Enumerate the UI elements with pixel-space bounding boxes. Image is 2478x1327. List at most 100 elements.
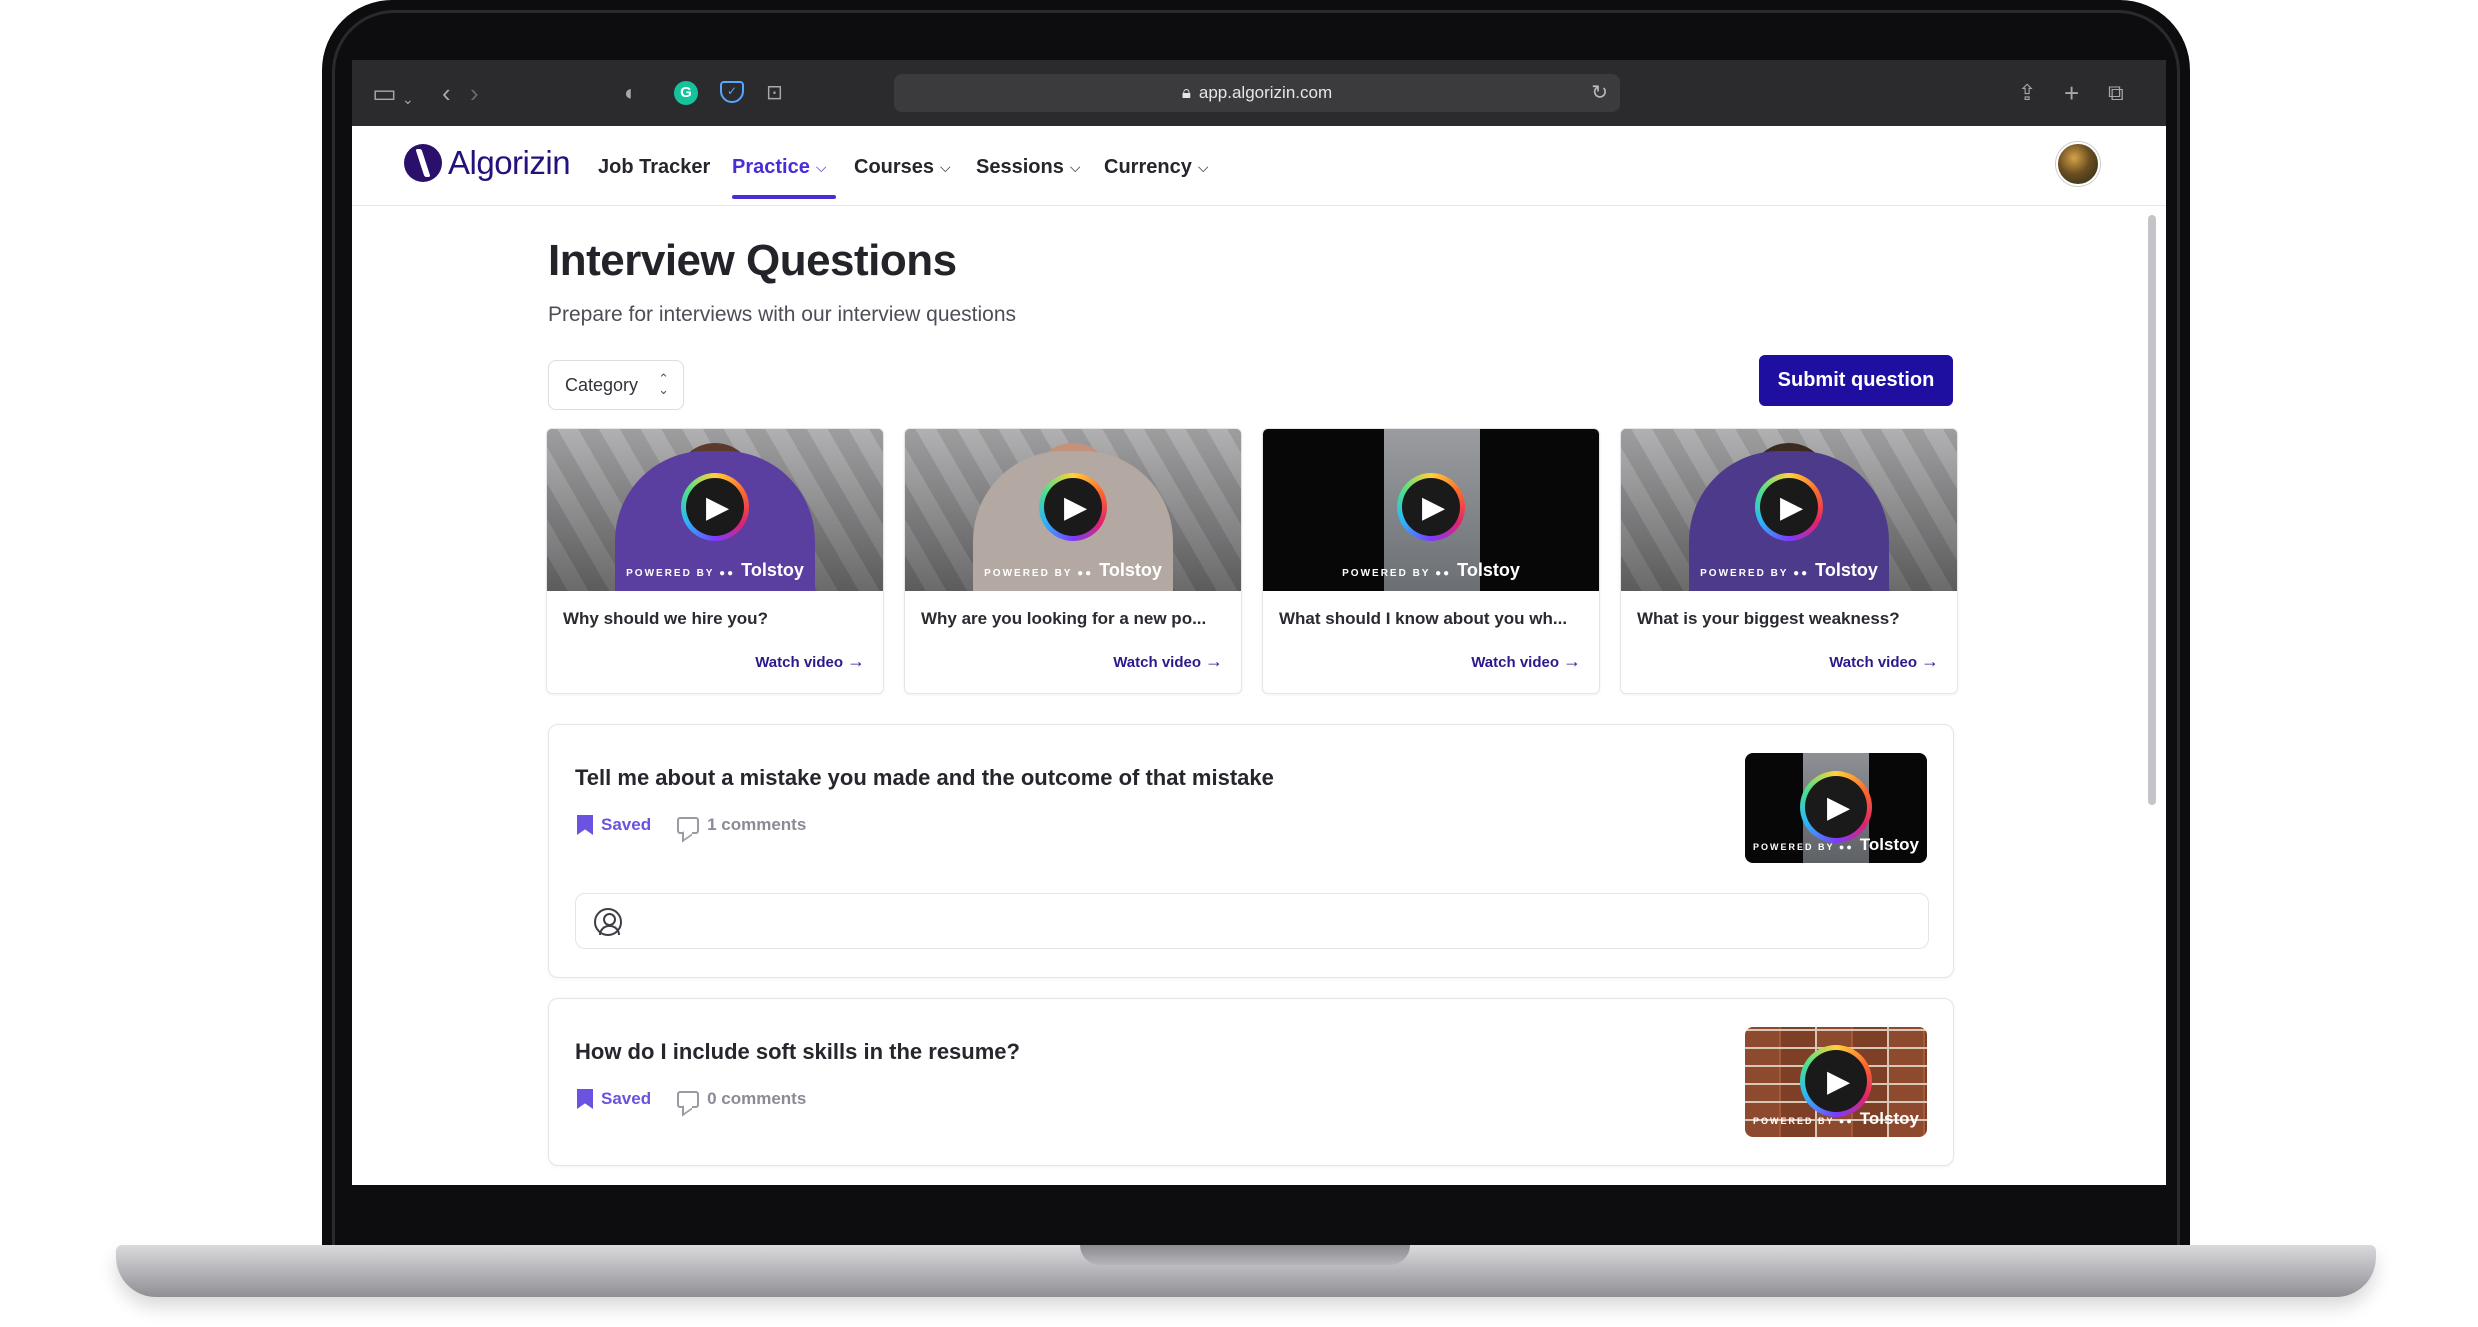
- chevron-down-icon: ⌵: [940, 158, 951, 175]
- tolstoy-logo-icon: ●●: [1834, 842, 1854, 852]
- top-nav: Algorizin Job Tracker Practice ⌵ Courses…: [352, 126, 2166, 206]
- comment-icon: [677, 816, 700, 834]
- share-icon[interactable]: ⇪: [2018, 78, 2036, 108]
- play-icon[interactable]: ▶: [1397, 473, 1465, 541]
- tolstoy-logo-icon: ●●: [1430, 568, 1452, 579]
- logo-text: Algorizin: [448, 144, 571, 181]
- saved-label: Saved: [601, 815, 652, 834]
- tolstoy-logo-icon: ●●: [1072, 568, 1094, 579]
- nav-courses[interactable]: Courses ⌵: [854, 152, 951, 182]
- arrow-right-icon: →: [1205, 651, 1223, 671]
- laptop-notch: [1080, 1245, 1410, 1265]
- watch-video-link[interactable]: Watch video →: [1113, 651, 1223, 672]
- comments-count: 0 comments: [707, 1089, 807, 1108]
- video-thumbnail[interactable]: ▶ POWERED BY ●● Tolstoy: [905, 429, 1241, 591]
- video-question: Why are you looking for a new po...: [921, 609, 1207, 628]
- arrow-right-icon: →: [1563, 651, 1581, 671]
- sidebar-toggle-icon[interactable]: ▭: [372, 78, 397, 108]
- video-card[interactable]: ▶ POWERED BY ●● Tolstoy What is your bigg…: [1620, 428, 1958, 694]
- arrow-right-icon: →: [1921, 651, 1939, 671]
- avatar[interactable]: [2056, 142, 2100, 186]
- arrow-right-icon: →: [847, 651, 865, 671]
- page-title: Interview Questions: [548, 236, 957, 285]
- tabs-overview-icon[interactable]: ⧉: [2108, 78, 2124, 108]
- nav-label: Courses: [854, 155, 935, 178]
- nav-label: Currency: [1104, 155, 1192, 178]
- video-question: What should I know about you wh...: [1279, 609, 1568, 628]
- page-subtitle: Prepare for interviews with our intervie…: [548, 303, 1017, 326]
- reload-icon[interactable]: ↻: [1591, 80, 1608, 105]
- logo[interactable]: Algorizin: [404, 144, 571, 182]
- comments-count: 1 comments: [707, 815, 807, 834]
- video-thumbnail[interactable]: ▶ POWERED BY ●● Tolstoy: [547, 429, 883, 591]
- chevron-down-icon[interactable]: ⌄: [402, 84, 414, 114]
- saved-label: Saved: [601, 1089, 652, 1108]
- video-card[interactable]: ▶ POWERED BY ●● Tolstoy Why are you looki…: [904, 428, 1242, 694]
- watch-video-link[interactable]: Watch video →: [755, 651, 865, 672]
- play-icon[interactable]: ▶: [1800, 1045, 1872, 1117]
- tolstoy-logo-icon: ●●: [1788, 568, 1810, 579]
- chevron-down-icon: ⌵: [1069, 158, 1081, 175]
- shield-icon[interactable]: ◐: [624, 78, 637, 108]
- video-question: What is your biggest weakness?: [1637, 609, 1900, 628]
- scrollbar-thumb[interactable]: [2148, 215, 2156, 805]
- video-question: Why should we hire you?: [563, 609, 768, 628]
- video-card[interactable]: ▶ POWERED BY ●● Tolstoy Why should we hir…: [546, 428, 884, 694]
- chevron-down-icon: ⌵: [815, 158, 827, 175]
- pocket-icon[interactable]: ✓: [720, 81, 744, 103]
- chevron-down-icon: ⌵: [1197, 158, 1209, 175]
- play-icon[interactable]: ▶: [1755, 473, 1823, 541]
- nav-label: Job Tracker: [598, 155, 711, 178]
- comments-link[interactable]: 1 comments: [677, 815, 806, 835]
- tolstoy-logo-icon: ●●: [714, 568, 736, 579]
- question-title[interactable]: How do I include soft skills in the resu…: [575, 1039, 1020, 1065]
- video-card[interactable]: ▶ POWERED BY ●● Tolstoy What should I kno…: [1262, 428, 1600, 694]
- saved-toggle[interactable]: Saved: [577, 815, 651, 835]
- category-select-value: Category: [565, 374, 639, 395]
- watch-video-link[interactable]: Watch video →: [1471, 651, 1581, 672]
- comments-link[interactable]: 0 comments: [677, 1089, 806, 1109]
- screen: ▭ ⌄ ‹ › ◐ G ✓ ⊡ 🔒︎ app.algorizin.com ↻ ⇪…: [352, 60, 2166, 1185]
- play-icon[interactable]: ▶: [681, 473, 749, 541]
- user-circle-icon: [594, 908, 622, 936]
- submit-question-button[interactable]: Submit question: [1759, 355, 1953, 406]
- tolstoy-logo-icon: ●●: [1834, 1116, 1854, 1126]
- question-card[interactable]: How do I include soft skills in the resu…: [548, 998, 1954, 1166]
- bookmark-icon: [577, 815, 593, 835]
- video-thumbnail[interactable]: ▶ POWERED BY ●● Tolstoy: [1621, 429, 1957, 591]
- active-nav-indicator: [732, 195, 836, 199]
- question-video-thumbnail[interactable]: ▶ POWERED BY ●● Tolstoy: [1745, 1027, 1927, 1137]
- stage: ▭ ⌄ ‹ › ◐ G ✓ ⊡ 🔒︎ app.algorizin.com ↻ ⇪…: [0, 0, 2478, 1327]
- watch-video-link[interactable]: Watch video →: [1829, 651, 1939, 672]
- nav-job-tracker[interactable]: Job Tracker: [598, 152, 710, 182]
- question-meta: Saved 1 comments: [577, 815, 806, 835]
- bookmark-icon: [577, 1089, 593, 1109]
- nav-practice[interactable]: Practice ⌵: [732, 152, 826, 182]
- nav-label: Practice: [732, 155, 810, 178]
- logo-mark-icon: [404, 144, 442, 182]
- nav-sessions[interactable]: Sessions ⌵: [976, 152, 1080, 182]
- url-text: app.algorizin.com: [1198, 83, 1333, 102]
- category-select[interactable]: Category ⌃ ⌄: [548, 360, 684, 410]
- lock-icon: 🔒︎: [1181, 83, 1191, 102]
- question-meta: Saved 0 comments: [577, 1089, 806, 1109]
- new-tab-icon[interactable]: +: [2064, 78, 2079, 108]
- video-thumbnail[interactable]: ▶ POWERED BY ●● Tolstoy: [1263, 429, 1599, 591]
- nav-label: Sessions: [976, 155, 1064, 178]
- back-icon[interactable]: ‹: [442, 78, 451, 108]
- updown-chevron-icon: ⌃ ⌄: [658, 371, 669, 397]
- play-icon[interactable]: ▶: [1800, 771, 1872, 843]
- comment-icon: [677, 1090, 700, 1108]
- question-title[interactable]: Tell me about a mistake you made and the…: [575, 765, 1274, 791]
- browser-toolbar: ▭ ⌄ ‹ › ◐ G ✓ ⊡ 🔒︎ app.algorizin.com ↻ ⇪…: [352, 60, 2166, 126]
- question-card[interactable]: Tell me about a mistake you made and the…: [548, 724, 1954, 978]
- nav-currency[interactable]: Currency ⌵: [1104, 152, 1208, 182]
- question-video-thumbnail[interactable]: ▶ POWERED BY ●● Tolstoy: [1745, 753, 1927, 863]
- address-bar[interactable]: 🔒︎ app.algorizin.com ↻: [894, 74, 1620, 112]
- magnifier-icon[interactable]: ⊡: [766, 78, 783, 108]
- saved-toggle[interactable]: Saved: [577, 1089, 651, 1109]
- comment-input[interactable]: [575, 893, 1929, 949]
- grammarly-icon[interactable]: G: [674, 81, 698, 105]
- forward-icon[interactable]: ›: [470, 78, 479, 108]
- play-icon[interactable]: ▶: [1039, 473, 1107, 541]
